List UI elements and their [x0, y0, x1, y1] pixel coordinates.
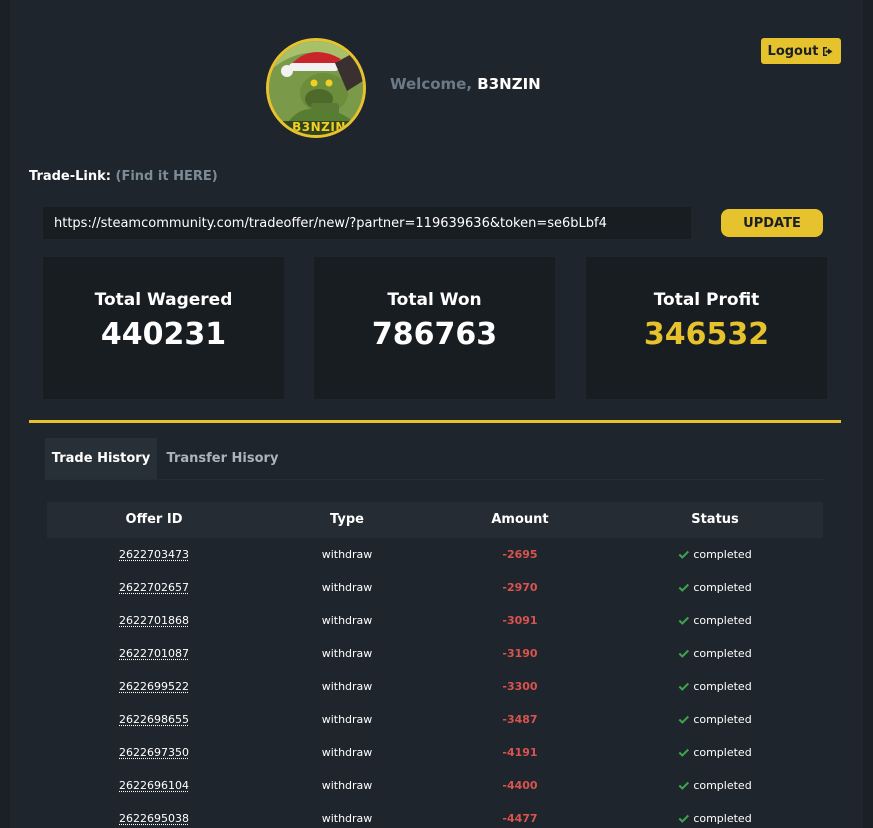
column-header-amount[interactable]: Amount — [491, 502, 548, 538]
stat-label: Total Profit — [653, 290, 760, 310]
stat-value: 346532 — [643, 317, 770, 352]
tab-transfer-history[interactable]: Transfer Hisory — [165, 438, 280, 479]
type-cell: withdraw — [321, 713, 373, 726]
stat-label: Total Won — [387, 290, 482, 310]
status-cell: completed — [678, 769, 752, 802]
check-icon — [678, 814, 690, 823]
check-icon — [678, 550, 690, 559]
welcome-message: Welcome, B3NZIN — [390, 75, 541, 93]
status-label: completed — [693, 614, 752, 627]
stat-card-total-wagered: Total Wagered 440231 — [43, 257, 284, 399]
section-divider — [29, 420, 841, 423]
amount-cell: -3300 — [502, 680, 538, 693]
table-row: 2622702657 withdraw -2970 completed — [47, 571, 823, 604]
status-label: completed — [693, 779, 752, 792]
tradelink-label: Trade-Link: (Find it HERE) — [29, 169, 218, 184]
amount-cell: -2695 — [502, 548, 538, 561]
sign-out-icon — [823, 46, 833, 56]
amount-cell: -4191 — [502, 746, 538, 759]
status-label: completed — [693, 713, 752, 726]
amount-cell: -3190 — [502, 647, 538, 660]
type-cell: withdraw — [321, 581, 373, 594]
type-cell: withdraw — [321, 680, 373, 693]
status-cell: completed — [678, 637, 752, 670]
amount-cell: -4400 — [502, 779, 538, 792]
column-header-offer-id[interactable]: Offer ID — [126, 502, 183, 538]
stat-card-total-profit: Total Profit 346532 — [586, 257, 827, 399]
tradelink-input[interactable] — [43, 207, 691, 239]
amount-cell: -3091 — [502, 614, 538, 627]
status-label: completed — [693, 680, 752, 693]
find-it-here-link[interactable]: (Find it HERE) — [116, 169, 218, 184]
offer-id-link[interactable]: 2622698655 — [119, 703, 189, 736]
type-cell: withdraw — [321, 647, 373, 660]
check-icon — [678, 616, 690, 625]
status-cell: completed — [678, 670, 752, 703]
check-icon — [678, 748, 690, 757]
type-cell: withdraw — [321, 812, 373, 825]
offer-id-link[interactable]: 2622699522 — [119, 670, 189, 703]
status-cell: completed — [678, 802, 752, 828]
table-row: 2622698655 withdraw -3487 completed — [47, 703, 823, 736]
username: B3NZIN — [477, 75, 541, 93]
status-cell: completed — [678, 538, 752, 571]
table-row: 2622699522 withdraw -3300 completed — [47, 670, 823, 703]
tab-trade-history[interactable]: Trade History — [45, 438, 157, 479]
stat-value: 786763 — [371, 317, 498, 352]
table-row: 2622697350 withdraw -4191 completed — [47, 736, 823, 769]
type-cell: withdraw — [321, 614, 373, 627]
page: B3NZIN Welcome, B3NZIN Logout Trade-Link… — [0, 0, 873, 828]
table-row: 2622703473 withdraw -2695 completed — [47, 538, 823, 571]
offer-id-link[interactable]: 2622695038 — [119, 802, 189, 828]
check-icon — [678, 715, 690, 724]
status-cell: completed — [678, 703, 752, 736]
stat-card-total-won: Total Won 786763 — [314, 257, 555, 399]
column-header-type[interactable]: Type — [330, 502, 364, 538]
amount-cell: -4477 — [502, 812, 538, 825]
offer-id-link[interactable]: 2622696104 — [119, 769, 189, 802]
check-icon — [678, 781, 690, 790]
status-cell: completed — [678, 571, 752, 604]
offer-id-link[interactable]: 2622702657 — [119, 571, 189, 604]
amount-cell: -3487 — [502, 713, 538, 726]
status-cell: completed — [678, 736, 752, 769]
update-button[interactable]: UPDATE — [721, 209, 823, 237]
column-header-status[interactable]: Status — [691, 502, 739, 538]
status-label: completed — [693, 548, 752, 561]
avatar: B3NZIN — [266, 38, 366, 138]
stat-value: 440231 — [100, 317, 227, 352]
table-row: 2622701868 withdraw -3091 completed — [47, 604, 823, 637]
offer-id-link[interactable]: 2622701087 — [119, 637, 189, 670]
status-label: completed — [693, 812, 752, 825]
avatar-text: B3NZIN — [292, 120, 346, 134]
stat-label: Total Wagered — [94, 290, 233, 310]
offer-id-link[interactable]: 2622701868 — [119, 604, 189, 637]
status-label: completed — [693, 581, 752, 594]
logout-button[interactable]: Logout — [761, 38, 841, 64]
status-label: completed — [693, 647, 752, 660]
amount-cell: -2970 — [502, 581, 538, 594]
logout-label: Logout — [767, 43, 819, 59]
check-icon — [678, 682, 690, 691]
check-icon — [678, 649, 690, 658]
offer-id-link[interactable]: 2622703473 — [119, 538, 189, 571]
tradelink-title: Trade-Link: — [29, 169, 111, 184]
type-cell: withdraw — [321, 548, 373, 561]
table-row: 2622696104 withdraw -4400 completed — [47, 769, 823, 802]
tab-underline — [45, 479, 823, 480]
table-row: 2622701087 withdraw -3190 completed — [47, 637, 823, 670]
check-icon — [678, 583, 690, 592]
status-label: completed — [693, 746, 752, 759]
welcome-prefix: Welcome, — [390, 75, 473, 93]
type-cell: withdraw — [321, 779, 373, 792]
status-cell: completed — [678, 604, 752, 637]
offer-id-link[interactable]: 2622697350 — [119, 736, 189, 769]
table-row: 2622695038 withdraw -4477 completed — [47, 802, 823, 828]
type-cell: withdraw — [321, 746, 373, 759]
table-header: Offer ID Type Amount Status — [47, 502, 823, 538]
